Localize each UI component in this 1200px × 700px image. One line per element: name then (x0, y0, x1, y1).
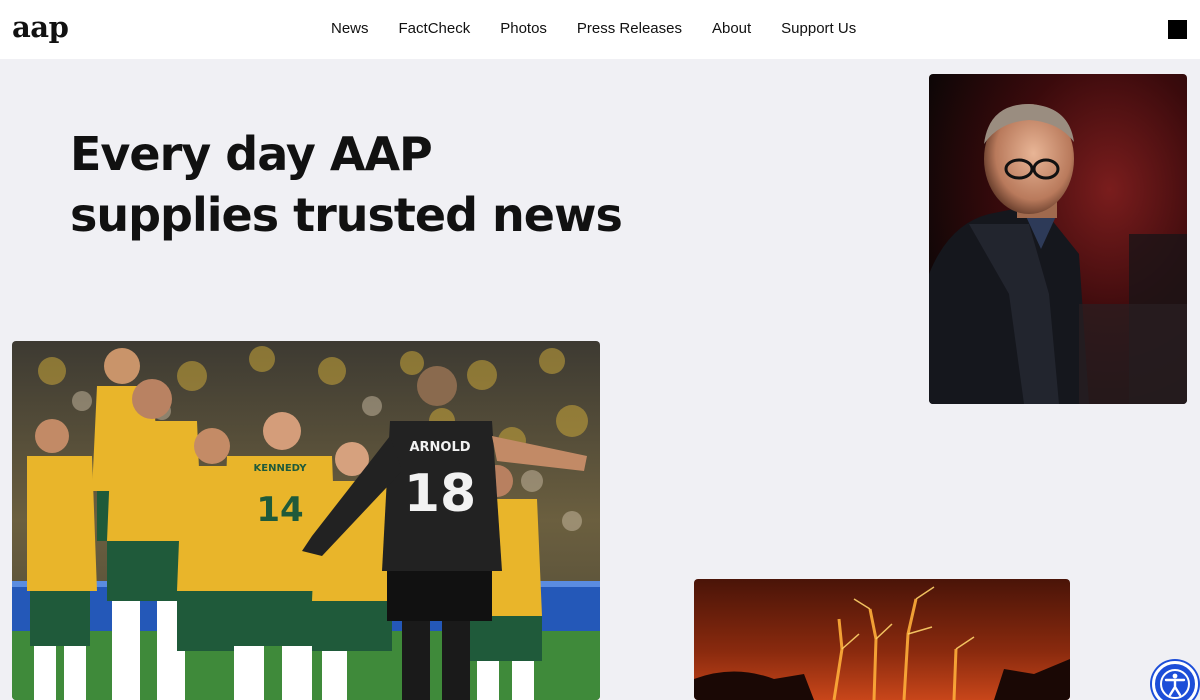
hero-title-line1: Every day AAP (70, 127, 433, 181)
square-menu-icon[interactable] (1168, 20, 1187, 39)
nav-about[interactable]: About (697, 18, 766, 40)
nav-factcheck[interactable]: FactCheck (384, 18, 486, 40)
nav-support-us[interactable]: Support Us (766, 18, 871, 40)
accessibility-person-icon (1160, 669, 1190, 699)
jersey-name-arnold: ARNOLD (409, 440, 470, 455)
nav-press-releases[interactable]: Press Releases (562, 18, 697, 40)
politician-photo-image (929, 74, 1187, 404)
accessibility-icon[interactable] (1152, 661, 1198, 700)
jersey-name-kennedy: KENNEDY (254, 463, 308, 474)
bushfire-photo[interactable] (694, 579, 1070, 700)
site-header: aap News FactCheck Photos Press Releases… (0, 0, 1200, 59)
football-celebration-photo[interactable]: 14 KENNEDY ARNOLD 18 (12, 341, 600, 700)
hero-title-line2: supplies trusted news (70, 188, 623, 242)
bushfire-photo-image (694, 579, 1070, 700)
main-nav: News FactCheck Photos Press Releases Abo… (316, 18, 871, 40)
nav-news[interactable]: News (316, 18, 384, 40)
aap-logo[interactable]: aap (12, 9, 69, 45)
jersey-number-14: 14 (256, 490, 303, 530)
jersey-number-18: 18 (404, 464, 476, 524)
football-photo-image: 14 KENNEDY ARNOLD 18 (12, 341, 600, 700)
hero-title: Every day AAP supplies trusted news (70, 124, 630, 246)
politician-photo[interactable] (929, 74, 1187, 404)
nav-photos[interactable]: Photos (485, 18, 562, 40)
